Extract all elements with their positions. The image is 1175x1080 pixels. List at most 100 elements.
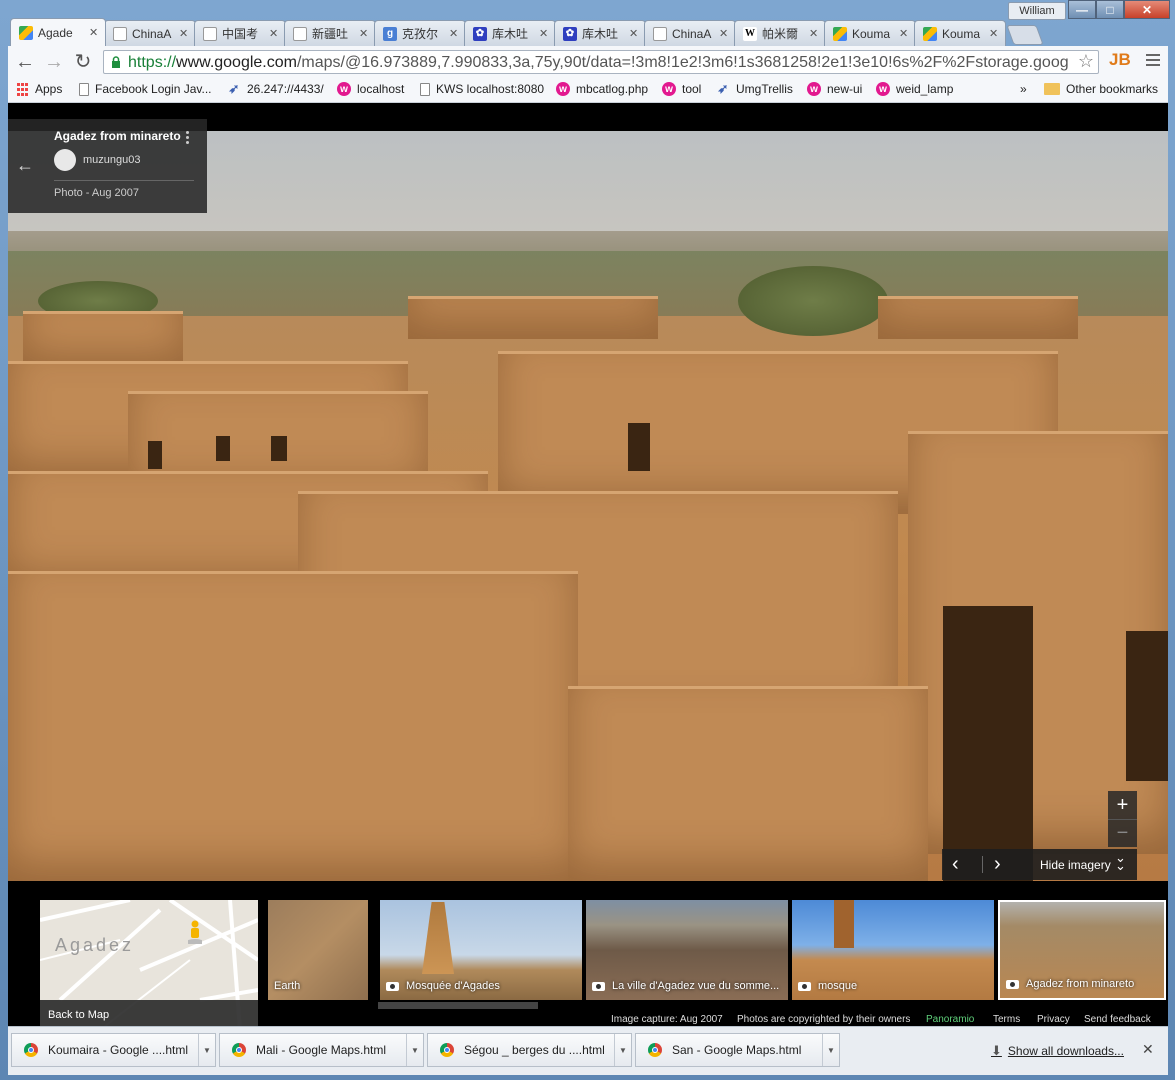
tab-kizil[interactable]: g 克孜尔 ✕: [374, 20, 466, 46]
back-arrow-icon[interactable]: ←: [16, 155, 34, 176]
terms-link[interactable]: Terms: [993, 1014, 1020, 1025]
jetbrains-extension-icon[interactable]: JB: [1109, 50, 1131, 70]
apps-icon: [15, 82, 29, 96]
tab-label: 克孜尔: [402, 27, 439, 41]
panorama-photo[interactable]: [8, 131, 1168, 881]
feather-icon: ➶: [228, 81, 240, 96]
thumb-label: Agadez from minareto: [1026, 978, 1135, 990]
tab-close-icon[interactable]: ✕: [989, 27, 999, 40]
zoom-out-button[interactable]: −: [1108, 819, 1137, 847]
minimize-button[interactable]: —: [1068, 0, 1096, 19]
bookmark-26-247[interactable]: ➶ 26.247://4433/: [227, 81, 324, 96]
address-bar[interactable]: https://www.google.com/maps/@16.973889,7…: [103, 50, 1099, 74]
other-bookmarks-folder[interactable]: Other bookmarks: [1044, 82, 1158, 96]
bookmark-localhost[interactable]: w localhost: [337, 82, 404, 96]
thumb-label: Mosquée d'Agades: [406, 980, 500, 992]
photo-tree: [738, 266, 888, 336]
bookmark-facebook-login[interactable]: Facebook Login Jav...: [79, 82, 212, 96]
back-to-map-thumbnail[interactable]: Agadez Back to Map: [40, 900, 258, 1026]
download-item[interactable]: Ségou _ berges du ....html ▼: [427, 1033, 632, 1067]
download-item[interactable]: San - Google Maps.html ▼: [635, 1033, 840, 1067]
close-window-button[interactable]: ✕: [1124, 0, 1170, 19]
show-all-downloads-link[interactable]: ⬇ Show all downloads...: [991, 1043, 1124, 1059]
tab-koumaira-1[interactable]: Kouma ✕: [824, 20, 916, 46]
filmstrip-scrollbar[interactable]: [378, 1002, 538, 1009]
tab-close-icon[interactable]: ✕: [269, 27, 279, 40]
maximize-button[interactable]: □: [1096, 0, 1124, 19]
photo-thumbnail-selected[interactable]: Agadez from minareto: [998, 900, 1166, 1000]
tab-label: 库木吐: [582, 27, 619, 41]
feather-icon: ➶: [717, 81, 729, 96]
send-feedback-link[interactable]: Send feedback: [1084, 1014, 1151, 1025]
privacy-link[interactable]: Privacy: [1037, 1014, 1070, 1025]
tab-close-icon[interactable]: ✕: [629, 27, 639, 40]
browser-toolbar: ← → ↻ https://www.google.com/maps/@16.97…: [8, 46, 1168, 78]
tab-close-icon[interactable]: ✕: [359, 27, 369, 40]
card-divider: [54, 180, 194, 181]
download-menu-caret-icon[interactable]: ▼: [822, 1034, 839, 1066]
photo-title[interactable]: Agadez from minareto: [54, 129, 181, 143]
bookmarks-overflow-button[interactable]: »: [1020, 82, 1027, 96]
forward-button[interactable]: →: [43, 52, 65, 72]
bookmark-mbcatlog[interactable]: w mbcatlog.php: [556, 82, 648, 96]
photo-date: Photo - Aug 2007: [54, 187, 140, 199]
close-downloads-bar-icon[interactable]: ✕: [1142, 1041, 1154, 1058]
collapse-chevron-icon[interactable]: ⌄ ⌄: [1115, 851, 1126, 872]
tab-close-icon[interactable]: ✕: [539, 27, 549, 40]
photo-thumbnail[interactable]: mosque: [792, 900, 994, 1000]
tab-kumtura-2[interactable]: ✿ 库木吐 ✕: [554, 20, 646, 46]
chrome-icon: [232, 1043, 246, 1057]
tab-agadez[interactable]: Agade ✕: [10, 18, 106, 46]
zoom-in-button[interactable]: +: [1108, 791, 1137, 819]
bookmark-star-icon[interactable]: ☆: [1078, 51, 1094, 72]
tab-label: 新疆吐: [312, 27, 349, 41]
tab-close-icon[interactable]: ✕: [809, 27, 819, 40]
download-item[interactable]: Koumaira - Google ....html ▼: [11, 1033, 216, 1067]
bookmark-apps[interactable]: Apps: [15, 82, 62, 96]
next-photo-button[interactable]: ›: [994, 853, 1001, 876]
avatar[interactable]: [54, 149, 76, 171]
pegman-icon: [188, 920, 202, 944]
tab-close-icon[interactable]: ✕: [449, 27, 459, 40]
bookmark-label: UmgTrellis: [736, 82, 793, 96]
download-menu-caret-icon[interactable]: ▼: [614, 1034, 631, 1066]
tab-koumaira-2[interactable]: Kouma ✕: [914, 20, 1006, 46]
previous-photo-button[interactable]: ‹: [952, 853, 959, 876]
tab-china-a[interactable]: ChinaA ✕: [104, 20, 196, 46]
bookmark-weid-lamp[interactable]: w weid_lamp: [876, 82, 953, 96]
tab-kumtura-1[interactable]: ✿ 库木吐 ✕: [464, 20, 556, 46]
tab-zhongguo[interactable]: 中国考 ✕: [194, 20, 286, 46]
doc-icon: [653, 26, 667, 41]
bookmark-umgtrellis[interactable]: ➶ UmgTrellis: [716, 81, 793, 96]
tab-close-icon[interactable]: ✕: [89, 26, 99, 39]
bookmark-label: mbcatlog.php: [576, 82, 649, 96]
tab-xinjiang[interactable]: 新疆吐 ✕: [284, 20, 376, 46]
bookmark-tool[interactable]: w tool: [662, 82, 701, 96]
more-options-icon[interactable]: [186, 131, 190, 146]
tab-china-a-2[interactable]: ChinaA ✕: [644, 20, 736, 46]
chrome-menu-icon[interactable]: [1146, 54, 1160, 68]
photo-author[interactable]: muzungu03: [83, 154, 141, 166]
photo-window: [271, 436, 287, 461]
tab-close-icon[interactable]: ✕: [719, 27, 729, 40]
map-place-label: Agadez: [55, 935, 135, 955]
thumb-label: mosque: [818, 980, 858, 992]
tab-pamir[interactable]: W 帕米爾 ✕: [734, 20, 826, 46]
photo-thumbnail[interactable]: La ville d'Agadez vue du somme...: [586, 900, 788, 1000]
earth-thumbnail[interactable]: Earth: [268, 900, 368, 1000]
bookmark-kws-localhost[interactable]: KWS localhost:8080: [420, 82, 544, 96]
hide-imagery-button[interactable]: Hide imagery: [1040, 858, 1111, 872]
tab-close-icon[interactable]: ✕: [179, 27, 189, 40]
thumb-caption: La ville d'Agadez vue du somme...: [592, 980, 779, 992]
reload-button[interactable]: ↻: [72, 52, 94, 72]
download-menu-caret-icon[interactable]: ▼: [198, 1034, 215, 1066]
download-menu-caret-icon[interactable]: ▼: [406, 1034, 423, 1066]
download-item[interactable]: Mali - Google Maps.html ▼: [219, 1033, 424, 1067]
back-button[interactable]: ←: [14, 52, 36, 72]
tab-strip: Agade ✕ ChinaA ✕ 中国考 ✕ 新疆吐 ✕ g 克孜尔 ✕ ✿ 库…: [8, 18, 1168, 46]
doc-icon: [293, 26, 307, 41]
tab-close-icon[interactable]: ✕: [899, 27, 909, 40]
bookmark-new-ui[interactable]: w new-ui: [807, 82, 862, 96]
photo-thumbnail[interactable]: Mosquée d'Agades: [380, 900, 582, 1000]
panoramio-logo[interactable]: Panoramio: [926, 1014, 974, 1025]
